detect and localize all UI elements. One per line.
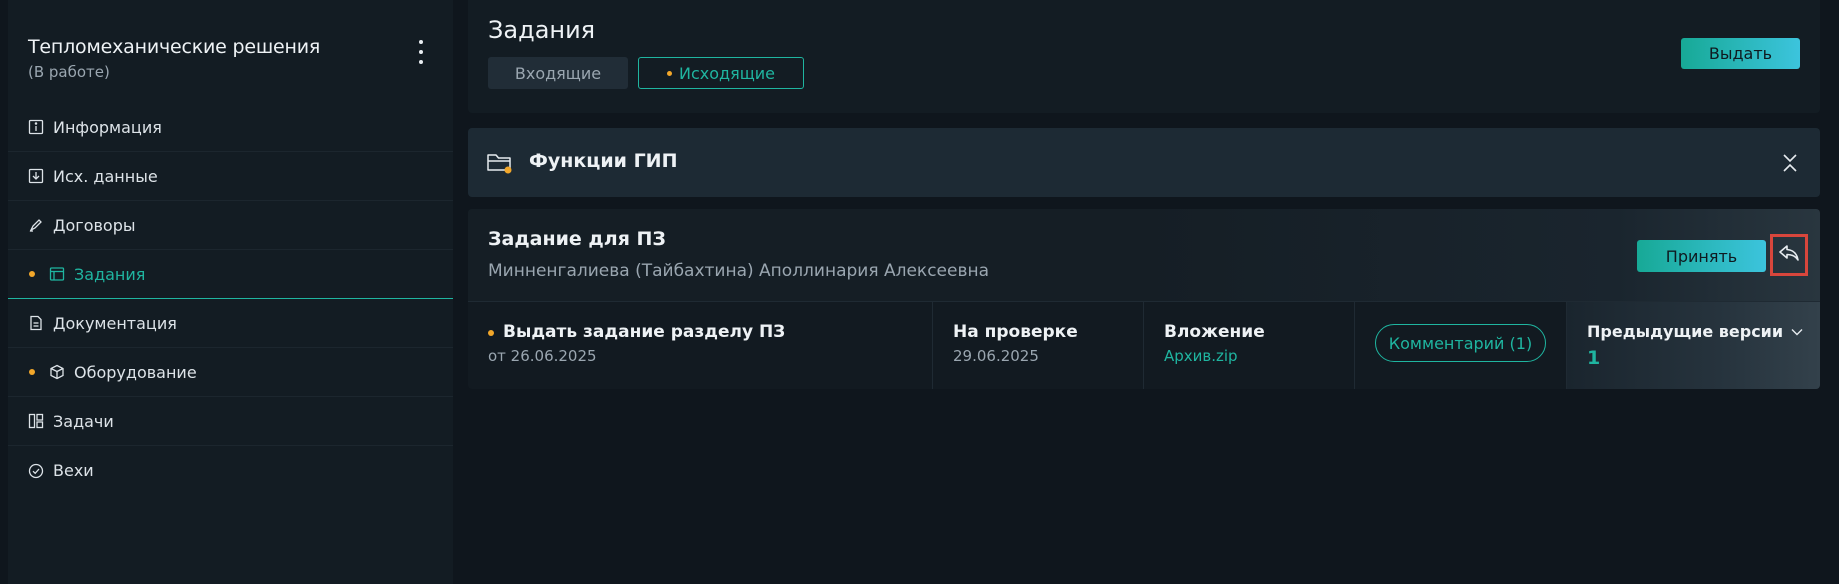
section-title: Функции ГИП xyxy=(529,150,678,172)
tab-incoming[interactable]: Входящие xyxy=(488,57,628,89)
sidebar-item-board[interactable]: Задачи xyxy=(8,397,453,446)
task-title: Задание для ПЗ xyxy=(488,228,666,250)
task-name-cell: Выдать задание разделу ПЗ от 26.06.2025 xyxy=(468,302,933,389)
section-header[interactable]: Функции ГИП xyxy=(468,128,1820,197)
tab-outgoing[interactable]: Исходящие xyxy=(638,57,804,89)
folder-icon xyxy=(486,150,514,176)
issue-button[interactable]: Выдать xyxy=(1681,38,1800,69)
status-dot xyxy=(29,271,35,277)
tasks-icon xyxy=(48,266,65,283)
reply-icon xyxy=(1778,244,1800,266)
sidebar-item-label: Вехи xyxy=(53,461,94,480)
page-title: Задания xyxy=(488,16,596,44)
sidebar-item-equipment[interactable]: Оборудование xyxy=(8,348,453,397)
status-dot xyxy=(666,70,672,76)
sidebar-item-label: Договоры xyxy=(53,215,136,235)
sidebar-item-label: Документация xyxy=(53,313,177,333)
task-status-cell: На проверке 29.06.2025 xyxy=(933,302,1144,389)
previous-versions-label: Предыдущие версии xyxy=(1587,322,1784,341)
status-dot xyxy=(488,330,494,336)
sidebar-item-label: Оборудование xyxy=(74,362,197,382)
task-card-header: Задание для ПЗ Минненгалиева (Тайбахтина… xyxy=(468,209,1820,302)
check-circle-icon xyxy=(27,462,44,479)
pen-icon xyxy=(27,217,44,234)
sidebar-item-source-data[interactable]: Исх. данные xyxy=(8,152,453,201)
document-icon xyxy=(27,315,44,332)
task-status: На проверке xyxy=(953,322,1078,342)
sidebar-item-label: Задачи xyxy=(53,411,114,431)
tasks-header: Задания Входящие Исходящие Выдать xyxy=(468,0,1820,113)
collapse-icon[interactable] xyxy=(1780,152,1800,174)
sidebar-nav: Информация Исх. данные Договоры Задания xyxy=(8,103,453,495)
task-name: Выдать задание разделу ПЗ xyxy=(503,322,786,342)
chevron-down-icon xyxy=(1791,328,1803,335)
sidebar-item-label: Информация xyxy=(53,117,162,137)
task-row: Выдать задание разделу ПЗ от 26.06.2025 … xyxy=(468,302,1820,389)
sidebar-item-label: Задания xyxy=(74,264,146,284)
previous-versions-count[interactable]: 1 xyxy=(1587,347,1600,369)
return-button[interactable] xyxy=(1770,234,1808,276)
tab-label: Входящие xyxy=(514,63,602,83)
sidebar-item-milestones[interactable]: Вехи xyxy=(8,446,453,495)
comment-button[interactable]: Комментарий (1) xyxy=(1375,324,1546,362)
sidebar-item-contracts[interactable]: Договоры xyxy=(8,201,453,250)
board-icon xyxy=(27,413,44,430)
project-title: Тепломеханические решения xyxy=(28,36,321,58)
attachment-link[interactable]: Архив.zip xyxy=(1164,347,1238,365)
comment-cell: Комментарий (1) xyxy=(1355,302,1567,389)
task-status-date: 29.06.2025 xyxy=(953,347,1039,365)
previous-versions-cell: Предыдущие версии 1 xyxy=(1567,302,1820,389)
attachment-cell: Вложение Архив.zip xyxy=(1144,302,1355,389)
attachment-label: Вложение xyxy=(1164,322,1265,342)
info-icon xyxy=(27,119,44,136)
previous-versions-toggle[interactable]: Предыдущие версии xyxy=(1587,322,1803,341)
sidebar-item-info[interactable]: Информация xyxy=(8,103,453,152)
status-dot xyxy=(29,369,35,375)
project-status: (В работе) xyxy=(28,63,110,81)
task-date: от 26.06.2025 xyxy=(488,347,597,365)
task-card: Задание для ПЗ Минненгалиева (Тайбахтина… xyxy=(468,209,1820,389)
sidebar-item-label: Исх. данные xyxy=(53,166,158,186)
sidebar-item-documentation[interactable]: Документация xyxy=(8,299,453,348)
more-menu-icon[interactable] xyxy=(413,40,429,64)
accept-button[interactable]: Принять xyxy=(1637,240,1766,272)
task-assignee: Минненгалиева (Тайбахтина) Аполлинария А… xyxy=(488,261,990,281)
cube-icon xyxy=(48,364,65,381)
sidebar-item-tasks[interactable]: Задания xyxy=(8,250,453,299)
tab-label: Исходящие xyxy=(678,63,776,83)
download-icon xyxy=(27,168,44,185)
sidebar: Тепломеханические решения (В работе) Инф… xyxy=(8,0,453,584)
